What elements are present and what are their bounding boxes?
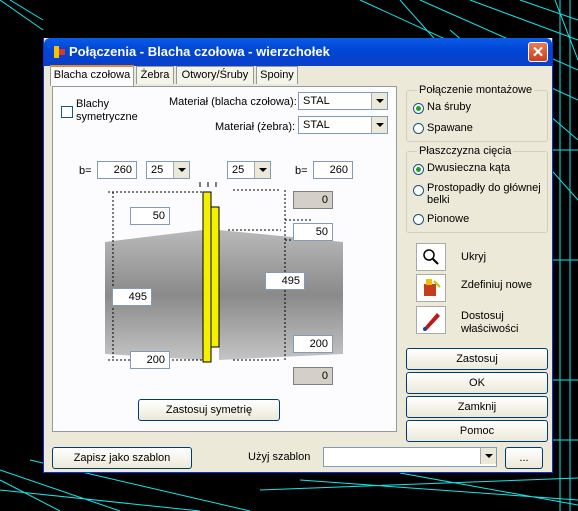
radio-spawane-label: Spawane [427, 122, 473, 134]
tab-otwory-sruby[interactable]: Otwory/Śruby [176, 66, 254, 84]
radio-prostopadly-label: Prostopadły do głównej [427, 182, 541, 194]
bottom-right-input[interactable]: 200 [293, 335, 333, 353]
adjust-label-1: Dostosuj [461, 310, 504, 322]
tab-panel: Blachy symetryczne Materiał (blacha czoł… [52, 86, 397, 432]
symmetric-label-1: Blachy [76, 98, 110, 110]
radio-prostopadly-label-2: belki [427, 194, 450, 206]
top-offset-input[interactable]: 0 [293, 191, 333, 209]
tab-blacha-czolowa[interactable]: Blacha czołowa [50, 65, 134, 86]
chevron-down-icon[interactable] [173, 162, 189, 178]
offset-left-value: 25 [151, 164, 164, 176]
b-left-input[interactable]: 260 [97, 161, 137, 179]
mid-right-input[interactable]: 495 [265, 272, 305, 290]
radio-spawane[interactable] [413, 123, 424, 134]
adjust-properties-button[interactable] [416, 306, 446, 334]
material-rib-label: Materiał (żebra): [215, 121, 296, 133]
bottom-left-input[interactable]: 200 [130, 351, 170, 369]
material-plate-value: STAL [303, 95, 330, 107]
end-plate-left [202, 191, 212, 363]
define-new-button[interactable] [416, 274, 446, 302]
template-select[interactable] [323, 447, 497, 467]
mount-connection-group: Połączenie montażowe Na śruby Spawane [406, 84, 548, 142]
mid-left-input[interactable]: 495 [112, 288, 152, 306]
chevron-down-icon[interactable] [480, 448, 496, 464]
chevron-down-icon[interactable] [371, 93, 387, 109]
apply-symmetry-button[interactable]: Zastosuj symetrię [138, 399, 280, 421]
window-title: Połączenia - Blacha czołowa - wierzchołe… [69, 44, 330, 59]
radio-dwusieczna[interactable] [413, 164, 424, 175]
connection-icon [54, 46, 65, 58]
define-new-icon [424, 279, 441, 296]
bottom-offset-input[interactable]: 0 [293, 367, 333, 385]
chevron-down-icon[interactable] [371, 117, 387, 133]
radio-pionowe[interactable] [413, 214, 424, 225]
ok-button[interactable]: OK [406, 372, 548, 394]
top-left-input[interactable]: 50 [130, 207, 170, 225]
browse-button[interactable]: ... [505, 447, 543, 469]
cut-plane-group: Płaszczyzna cięcia Dwusieczna kąta Prost… [406, 145, 548, 233]
b-right-input[interactable]: 260 [313, 161, 353, 179]
symmetric-checkbox[interactable] [61, 106, 73, 118]
end-plate-right [210, 206, 220, 348]
apply-button[interactable]: Zastosuj [406, 348, 548, 370]
offset-right-select[interactable]: 25 [227, 161, 271, 179]
material-rib-select[interactable]: STAL [298, 116, 388, 134]
chevron-down-icon[interactable] [254, 162, 270, 178]
radio-dwusieczna-label: Dwusieczna kąta [427, 162, 511, 174]
pen-icon [423, 313, 440, 331]
radio-pionowe-label: Pionowe [427, 213, 470, 225]
use-template-label: Użyj szablon [248, 451, 311, 463]
close-dialog-button[interactable]: Zamknij [406, 396, 548, 418]
connection-drawing [105, 182, 343, 363]
offset-right-value: 25 [232, 164, 245, 176]
mount-legend: Połączenie montażowe [417, 84, 535, 96]
b-left-label: b= [79, 165, 92, 177]
help-button[interactable]: Pomoc [406, 420, 548, 442]
hide-button[interactable] [416, 243, 446, 271]
material-rib-value: STAL [303, 119, 330, 131]
connection-dialog: Połączenia - Blacha czołowa - wierzchołe… [43, 38, 553, 473]
radio-na-sruby-label: Na śruby [427, 101, 472, 113]
magnifier-icon [423, 249, 439, 265]
material-plate-label: Materiał (blacha czołowa): [169, 96, 297, 108]
save-template-button[interactable]: Zapisz jako szablon [52, 447, 192, 469]
material-plate-select[interactable]: STAL [298, 92, 388, 110]
define-new-label: Zdefiniuj nowe [461, 279, 532, 291]
radio-prostopadly[interactable] [413, 185, 424, 196]
offset-left-select[interactable]: 25 [146, 161, 190, 179]
title-bar: Połączenia - Blacha czołowa - wierzchołe… [44, 38, 552, 66]
adjust-label-2: właściwości [461, 323, 519, 335]
tab-zebra[interactable]: Żebra [136, 66, 174, 84]
hide-label: Ukryj [461, 251, 487, 263]
symmetric-label-2: symetryczne [76, 111, 138, 123]
b-right-label: b= [295, 165, 308, 177]
tab-spoiny[interactable]: Spoiny [256, 66, 298, 84]
radio-na-sruby[interactable] [413, 103, 424, 114]
cut-legend: Płaszczyzna cięcia [417, 145, 514, 157]
top-right-input[interactable]: 50 [293, 223, 333, 241]
close-button[interactable]: ✕ [528, 42, 548, 62]
